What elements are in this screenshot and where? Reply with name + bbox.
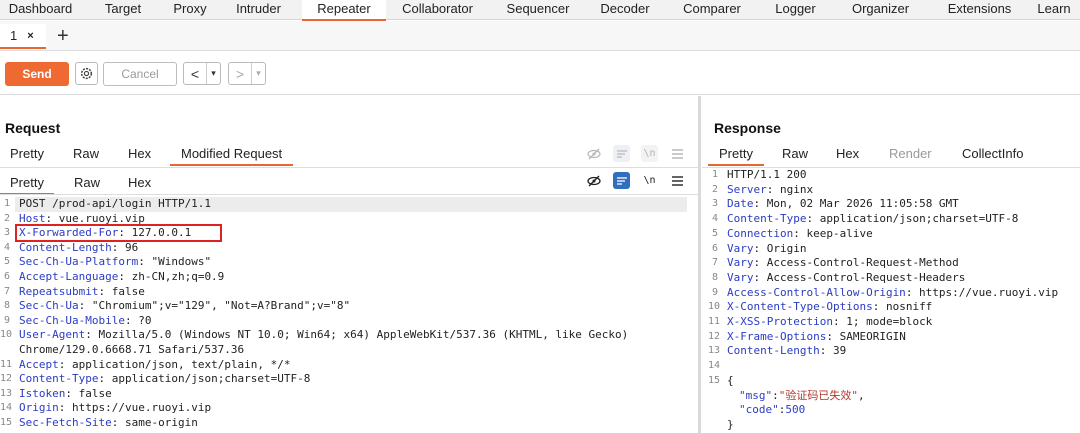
repeater-tab-label: 1: [10, 28, 18, 43]
request-tab-raw[interactable]: Raw: [73, 146, 99, 166]
nav-tab-decoder[interactable]: Decoder: [587, 0, 663, 20]
request-inner-tab-hex[interactable]: Hex: [128, 175, 151, 195]
chevron-down-icon[interactable]: ▾: [206, 63, 220, 84]
nav-tab-extensions[interactable]: Extensions: [931, 0, 1028, 20]
request-tab-pretty[interactable]: Pretty: [10, 146, 44, 166]
response-tab-pretty[interactable]: Pretty: [708, 146, 764, 166]
nav-tab-organizer[interactable]: Organizer: [830, 0, 931, 20]
response-title: Response: [714, 120, 781, 136]
nav-tab-collaborator[interactable]: Collaborator: [386, 0, 489, 20]
request-tab-hex[interactable]: Hex: [128, 146, 151, 166]
newline-icon[interactable]: \n: [641, 145, 658, 162]
response-tab-render[interactable]: Render: [889, 146, 932, 166]
chevron-left-icon: <: [190, 65, 200, 82]
eye-slash-icon[interactable]: [585, 145, 602, 162]
nav-tab-proxy[interactable]: Proxy: [165, 0, 215, 20]
menu-icon[interactable]: [669, 172, 686, 189]
close-tab-icon[interactable]: ×: [27, 30, 33, 42]
eye-slash-icon[interactable]: [585, 172, 602, 189]
nav-tab-learn[interactable]: Learn: [1028, 0, 1080, 20]
wrap-lines-icon[interactable]: [613, 145, 630, 162]
history-forward-button[interactable]: > ▾: [228, 62, 266, 85]
nav-tab-logger[interactable]: Logger: [761, 0, 830, 20]
menu-icon[interactable]: [669, 145, 686, 162]
response-editor[interactable]: 1 HTTP/1.1 200 2 Server: nginx 3 Date: Mon,…: [708, 168, 1080, 433]
wrap-lines-icon[interactable]: [613, 172, 630, 189]
gear-icon: [80, 67, 93, 80]
nav-tab-sequencer[interactable]: Sequencer: [489, 0, 587, 20]
nav-tab-comparer[interactable]: Comparer: [663, 0, 761, 20]
pane-splitter[interactable]: [698, 96, 701, 433]
request-tab-modified[interactable]: Modified Request: [170, 146, 294, 166]
chevron-down-icon[interactable]: ▾: [251, 63, 265, 84]
settings-button[interactable]: [75, 62, 98, 85]
divider: [0, 167, 698, 168]
chevron-right-icon: >: [235, 65, 245, 82]
nav-tab-target[interactable]: Target: [81, 0, 165, 20]
request-title: Request: [5, 120, 61, 136]
nav-tab-intruder[interactable]: Intruder: [215, 0, 302, 20]
repeater-tab-1[interactable]: 1 ×: [0, 24, 46, 49]
history-back-button[interactable]: < ▾: [183, 62, 221, 85]
cancel-button[interactable]: Cancel: [103, 62, 177, 86]
nav-tab-repeater[interactable]: Repeater: [302, 0, 386, 21]
add-tab-icon[interactable]: +: [57, 24, 69, 48]
nav-tab-dashboard[interactable]: Dashboard: [0, 0, 81, 20]
repeater-tab-strip: 1 × +: [0, 21, 1080, 51]
request-editor[interactable]: 1 POST /prod-api/login HTTP/1.1 2 Host: vu…: [0, 197, 698, 433]
response-tab-raw[interactable]: Raw: [782, 146, 808, 166]
request-inner-tab-pretty[interactable]: Pretty: [0, 175, 54, 195]
response-view-tabs: Pretty Raw Hex Render CollectInfo: [702, 146, 1080, 166]
response-tab-collectinfo[interactable]: CollectInfo: [962, 146, 1023, 166]
newline-icon[interactable]: \n: [641, 172, 658, 189]
response-tab-hex[interactable]: Hex: [836, 146, 859, 166]
repeater-toolbar: Send Cancel < ▾ > ▾: [0, 52, 1080, 95]
request-inner-tab-raw[interactable]: Raw: [74, 175, 100, 195]
divider: [0, 194, 698, 195]
send-button[interactable]: Send: [5, 62, 69, 86]
annotation-highlight-box: [15, 224, 222, 242]
main-nav: Dashboard Target Proxy Intruder Repeater…: [0, 0, 1080, 21]
